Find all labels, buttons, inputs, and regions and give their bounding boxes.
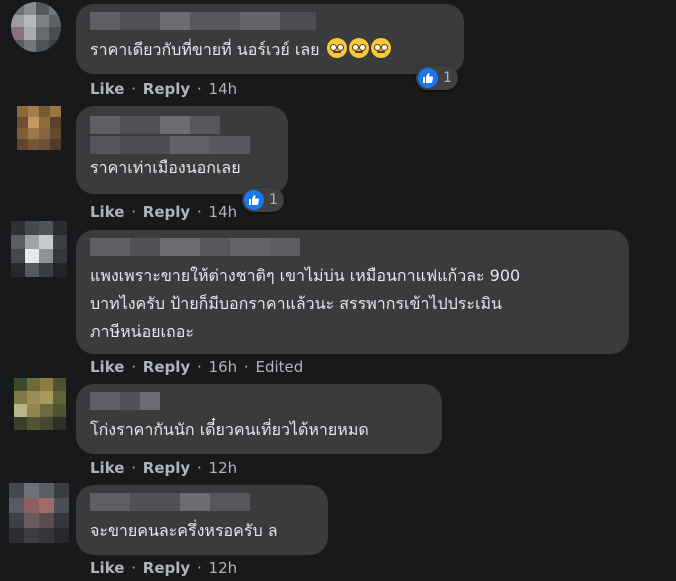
comment-bubble: แพงเพราะขายให้ต่างชาติๆ เขาไม่บ่น เหมือน… (76, 230, 629, 354)
like-button[interactable]: Like (90, 559, 124, 577)
reaction-summary[interactable]: 1 (416, 66, 458, 90)
avatar[interactable] (14, 378, 66, 430)
like-button[interactable]: Like (90, 203, 124, 221)
author-name-redacted[interactable] (90, 493, 314, 511)
comment-actions: Like · Reply · 16h · Edited (90, 358, 304, 376)
face-with-rolling-eyes-icon (326, 38, 347, 58)
timestamp[interactable]: 14h (209, 80, 238, 98)
like-button[interactable]: Like (90, 80, 124, 98)
comment-text: จะขายคนละครึ่งหรอครับ ล (90, 521, 278, 540)
comment-bubble: ราคาเท่าเมืองนอกเลย (76, 106, 288, 194)
author-name-redacted[interactable] (90, 238, 615, 256)
thumbs-up-icon (418, 68, 438, 88)
comment-actions: Like · Reply · 12h (90, 459, 238, 477)
comment-bubble: โก่งราคากันนัก เดี๋ยวคนเที่ยวได้หายหมด (76, 384, 442, 454)
comment-text: โก่งราคากันนัก เดี๋ยวคนเที่ยวได้หายหมด (90, 420, 369, 439)
comment-actions: Like · Reply · 12h (90, 559, 238, 577)
like-button[interactable]: Like (90, 459, 124, 477)
comment-bubble: จะขายคนละครึ่งหรอครับ ล (76, 485, 328, 555)
edited-label[interactable]: Edited (255, 358, 303, 376)
text-redacted (90, 136, 274, 154)
comment-text: แพงเพราะขายให้ต่างชาติๆ เขาไม่บ่น เหมือน… (90, 266, 521, 341)
reaction-count: 1 (443, 70, 452, 86)
reaction-count: 1 (269, 192, 278, 208)
author-name-redacted[interactable] (90, 12, 450, 30)
face-with-rolling-eyes-icon (370, 38, 391, 58)
reply-button[interactable]: Reply (143, 459, 190, 477)
face-with-rolling-eyes-icon (348, 38, 369, 58)
timestamp[interactable]: 12h (209, 559, 238, 577)
reply-button[interactable]: Reply (143, 203, 190, 221)
comment-text: ราคาเท่าเมืองนอกเลย (90, 158, 241, 177)
comment-actions: Like · Reply · 14h (90, 80, 238, 98)
reply-button[interactable]: Reply (143, 358, 190, 376)
author-name-redacted[interactable] (90, 116, 274, 134)
comment-text: ราคาเดียวกับที่ขายที่ นอร์เวย์ เลย (90, 36, 450, 64)
avatar[interactable] (11, 2, 61, 52)
like-button[interactable]: Like (90, 358, 124, 376)
reply-button[interactable]: Reply (143, 80, 190, 98)
timestamp[interactable]: 16h (209, 358, 238, 376)
comment-actions: Like · Reply · 14h (90, 203, 238, 221)
thumbs-up-icon (244, 190, 264, 210)
reply-button[interactable]: Reply (143, 559, 190, 577)
timestamp[interactable]: 12h (209, 459, 238, 477)
comment-bubble: ราคาเดียวกับที่ขายที่ นอร์เวย์ เลย (76, 4, 464, 74)
timestamp[interactable]: 14h (209, 203, 238, 221)
reaction-summary[interactable]: 1 (242, 188, 284, 212)
avatar[interactable] (11, 221, 67, 277)
author-name-redacted[interactable] (90, 392, 428, 410)
avatar[interactable] (9, 483, 69, 543)
avatar[interactable] (17, 106, 61, 150)
